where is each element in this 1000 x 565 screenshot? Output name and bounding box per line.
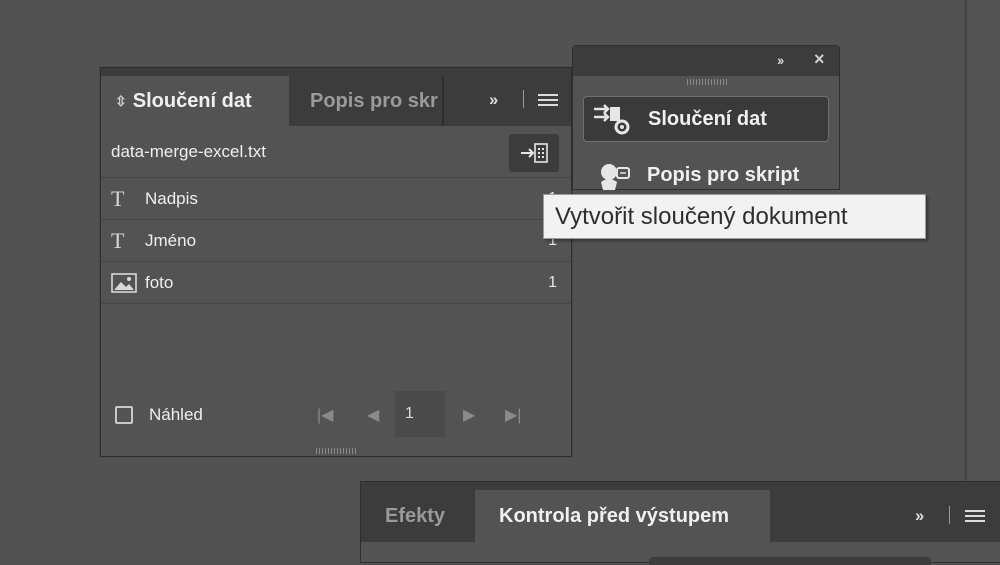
create-merged-document-icon (521, 143, 548, 163)
tab-label: Efekty (385, 504, 446, 527)
close-icon[interactable]: × (814, 49, 825, 70)
panel-tab-bar: Efekty Kontrola před výstupem ›› (361, 482, 1000, 542)
divider (523, 90, 524, 108)
tooltip-text: Vytvořit sloučený dokument (555, 202, 848, 230)
source-filename: data-merge-excel.txt (111, 141, 266, 161)
resize-grip[interactable] (316, 448, 356, 454)
image-field-icon (101, 272, 145, 293)
data-source-file: data-merge-excel.txt (101, 126, 571, 178)
field-row[interactable]: T Jméno 1 (101, 220, 571, 262)
last-record-icon[interactable]: ▶| (505, 405, 521, 425)
field-name: Nadpis (145, 188, 198, 208)
more-tabs-icon[interactable]: ›› (489, 90, 498, 110)
record-number-field[interactable]: 1 (395, 391, 445, 437)
collapse-arrows-icon[interactable]: ⇳ (115, 93, 127, 110)
expand-panel-icon[interactable]: ›› (777, 52, 784, 68)
first-record-icon[interactable]: |◀ (317, 405, 333, 425)
record-number: 1 (405, 405, 414, 422)
tab-label: Sloučení dat (132, 89, 252, 112)
preflight-panel: Efekty Kontrola před výstupem ›› (360, 481, 1000, 565)
right-dock (966, 0, 1000, 563)
tab-data-merge[interactable]: ⇳ Sloučení dat (101, 76, 289, 126)
tooltip: Vytvořit sloučený dokument (543, 194, 926, 239)
tab-script-label[interactable]: Popis pro skr (296, 76, 444, 126)
text-field-icon: T (111, 185, 125, 211)
panel-button-label: Popis pro skript (647, 163, 800, 186)
tab-label: Popis pro skr (310, 89, 438, 112)
panel-menu-icon[interactable] (538, 94, 558, 106)
more-tabs-icon[interactable]: ›› (915, 506, 924, 526)
panel-tab-bar: ⇳ Sloučení dat Popis pro skr ›› (101, 68, 571, 126)
text-field-icon: T (111, 227, 125, 253)
tab-effects[interactable]: Efekty (361, 490, 473, 542)
data-merge-panel: ⇳ Sloučení dat Popis pro skr ›› data-mer… (100, 67, 572, 457)
panel-button-data-merge[interactable]: Sloučení dat (583, 96, 829, 142)
create-merged-document-button[interactable] (509, 134, 559, 172)
previous-record-icon[interactable]: ◀ (367, 405, 379, 425)
field-count: 1 (548, 273, 557, 291)
panel-button-script-label[interactable]: Popis pro skript (583, 152, 829, 198)
tab-preflight[interactable]: Kontrola před výstupem (475, 490, 770, 542)
panel-button-label: Sloučení dat (648, 107, 767, 130)
tab-label: Kontrola před výstupem (499, 504, 730, 527)
field-name: foto (145, 272, 174, 292)
field-row[interactable]: foto 1 (101, 262, 571, 304)
data-merge-icon (590, 103, 636, 143)
script-label-icon (589, 158, 635, 198)
panel-menu-icon[interactable] (965, 510, 985, 522)
field-row[interactable]: T Nadpis 1 (101, 178, 571, 220)
preview-label: Náhled (149, 405, 203, 424)
profile-dropdown[interactable] (649, 557, 931, 565)
drag-grip[interactable] (687, 79, 727, 85)
preview-checkbox[interactable] (115, 406, 133, 424)
field-name: Jméno (145, 230, 197, 250)
panel-title-bar[interactable]: ›› × (573, 46, 839, 76)
divider (949, 506, 950, 524)
next-record-icon[interactable]: ▶ (463, 405, 475, 425)
scripts-panel: ›› × Sloučení dat Popis pro skript (572, 45, 840, 190)
